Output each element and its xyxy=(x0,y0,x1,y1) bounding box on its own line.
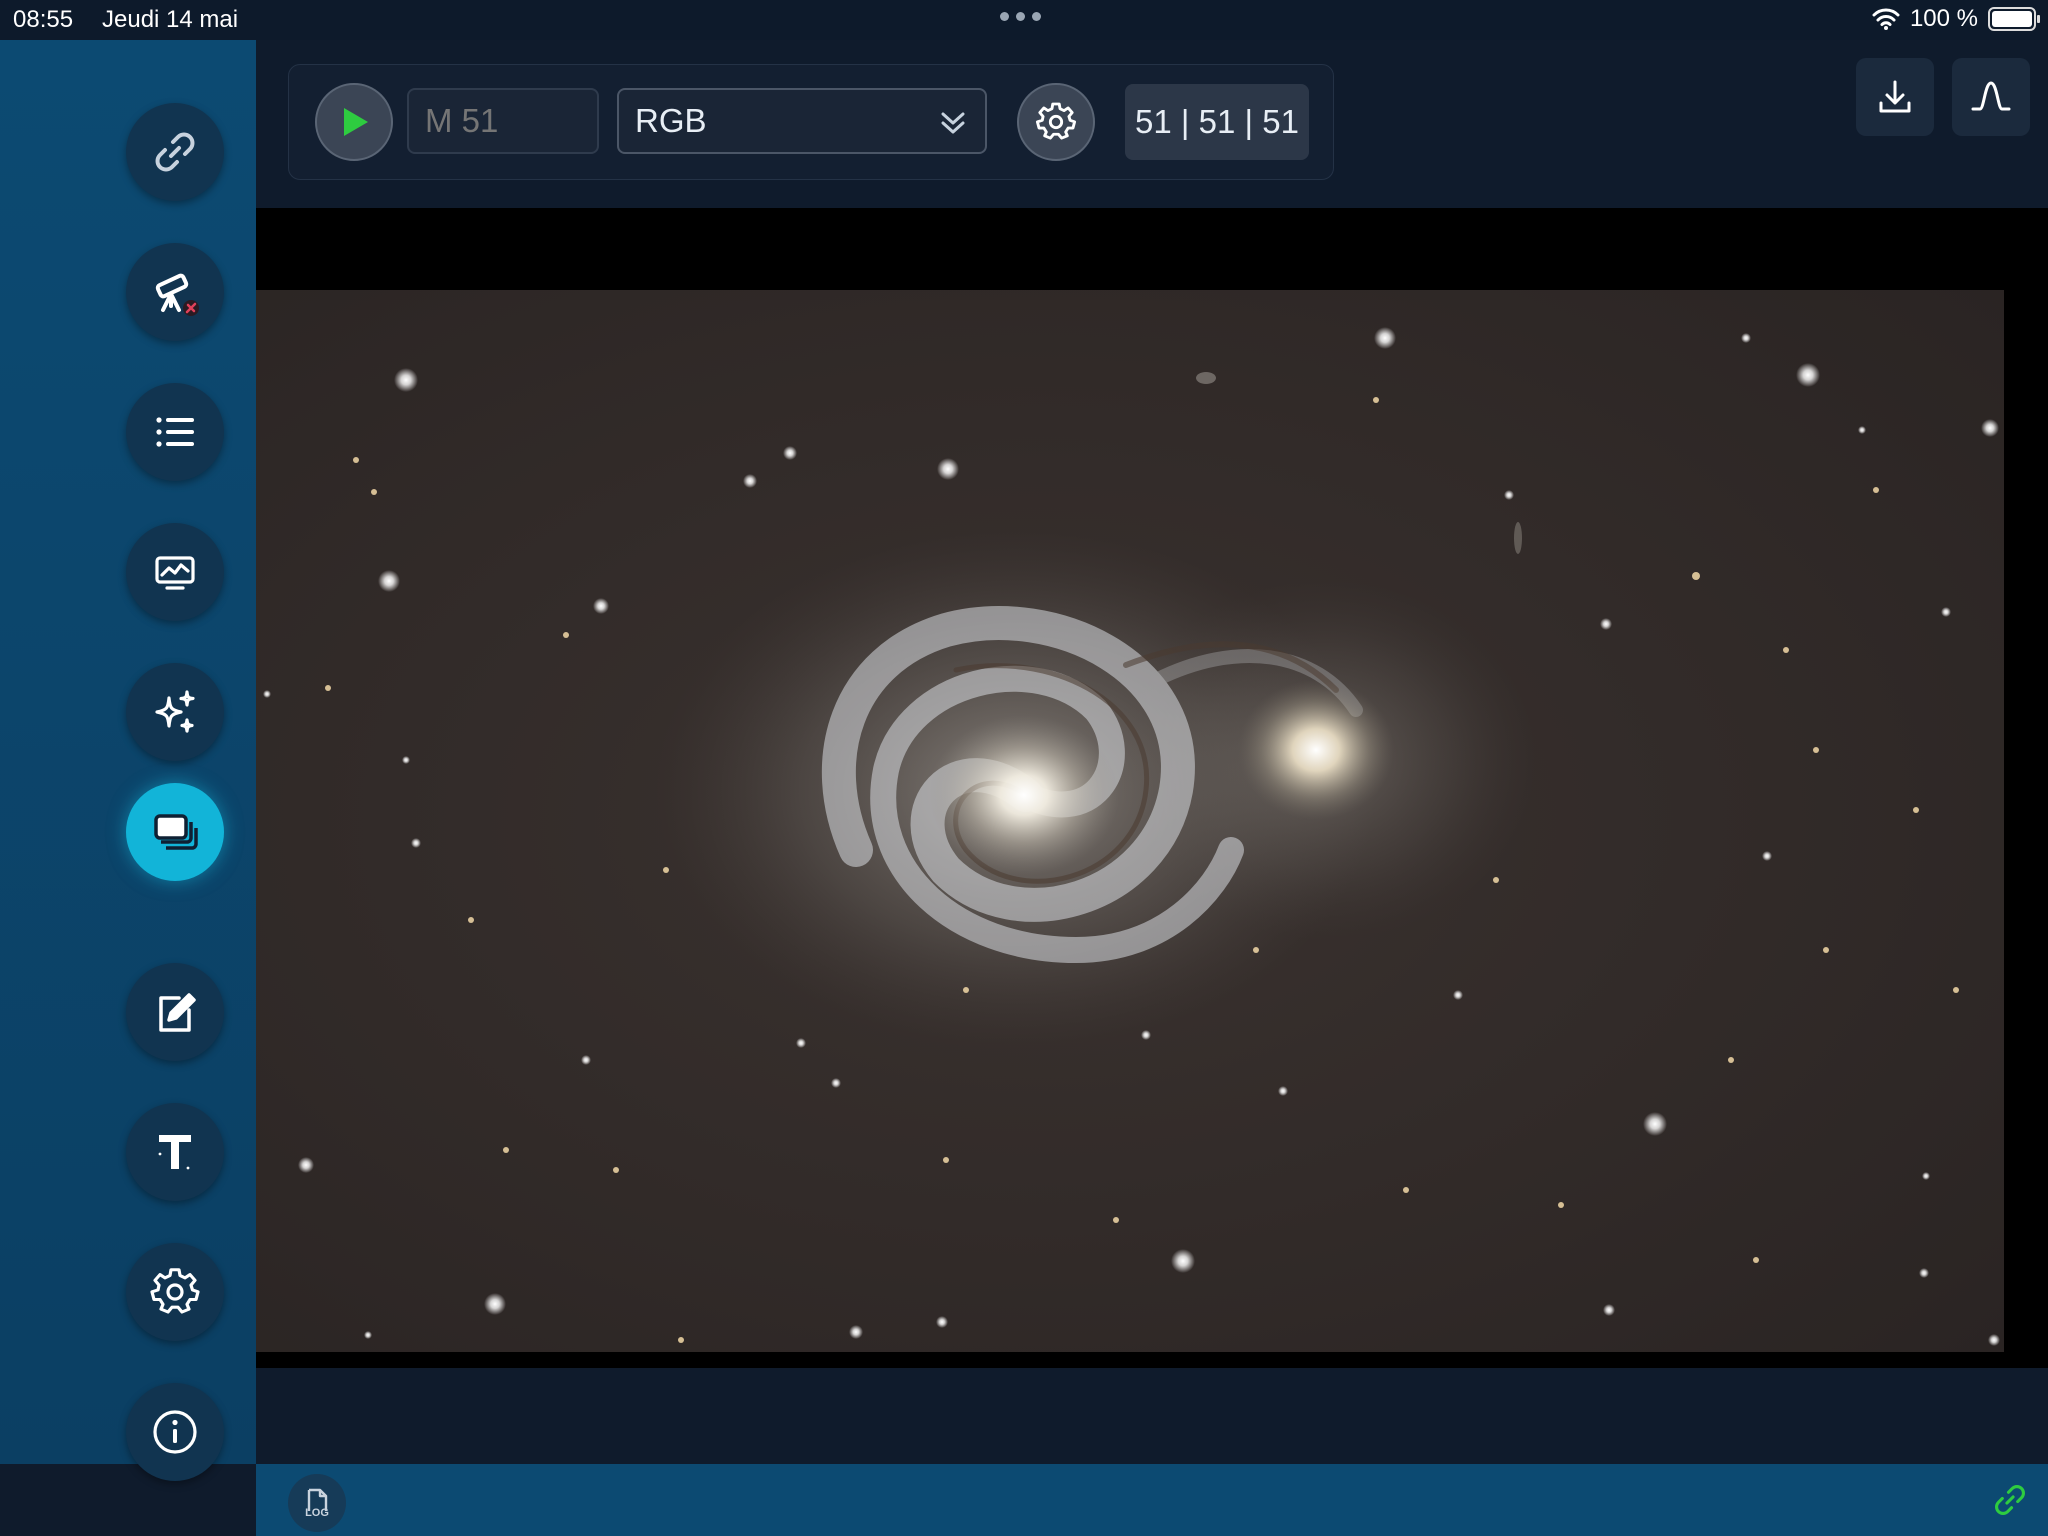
link-icon xyxy=(155,132,195,172)
sidebar-item-telescope[interactable] xyxy=(126,243,224,341)
play-icon xyxy=(344,108,368,136)
sidebar-item-stack[interactable] xyxy=(126,783,224,881)
stats-readout: 51 | 51 | 51 xyxy=(1125,84,1309,160)
sidebar-item-text[interactable] xyxy=(126,1103,224,1201)
histogram-button[interactable] xyxy=(1952,58,2030,136)
bottom-bar: LOG xyxy=(256,1464,2048,1536)
download-button[interactable] xyxy=(1856,58,1934,136)
sidebar-item-list[interactable] xyxy=(126,383,224,481)
sidebar-item-edit[interactable] xyxy=(126,963,224,1061)
status-bar: 08:55 Jeudi 14 mai 100 % xyxy=(0,0,2048,40)
text-icon xyxy=(158,1135,191,1170)
status-time: 08:55 xyxy=(13,6,74,33)
capture-settings-button[interactable] xyxy=(1017,83,1095,161)
sidebar xyxy=(0,40,256,1481)
capture-toolbar: RGB 51 | 51 | 51 xyxy=(288,64,1334,180)
filter-select-value: RGB xyxy=(635,102,707,139)
monitor-chart-icon xyxy=(155,556,195,590)
sidebar-item-monitor[interactable] xyxy=(126,523,224,621)
stats-value: 51 | 51 | 51 xyxy=(1135,103,1299,140)
connection-status-icon xyxy=(1995,1485,2025,1515)
download-icon xyxy=(1879,80,1911,113)
log-button[interactable]: LOG xyxy=(288,1474,346,1532)
stack-icon xyxy=(154,814,198,850)
target-input[interactable] xyxy=(407,88,599,154)
histogram-curve-icon xyxy=(1971,81,2011,111)
galaxy-image xyxy=(256,290,2004,1352)
gear-icon xyxy=(1035,102,1077,140)
wifi-icon xyxy=(1872,8,1900,30)
sidebar-item-enhance[interactable] xyxy=(126,663,224,761)
edit-icon xyxy=(159,993,196,1032)
battery-percent: 100 % xyxy=(1909,5,1978,32)
gear-icon xyxy=(150,1268,200,1314)
list-icon xyxy=(156,417,194,447)
filter-select[interactable]: RGB xyxy=(617,88,987,154)
sidebar-item-info[interactable] xyxy=(126,1383,224,1481)
image-viewer[interactable] xyxy=(256,208,2048,1368)
log-label: LOG xyxy=(305,1507,329,1519)
sidebar-item-settings[interactable] xyxy=(126,1243,224,1341)
info-icon xyxy=(153,1410,197,1454)
play-button[interactable] xyxy=(315,83,393,161)
sidebar-item-connection[interactable] xyxy=(126,103,224,201)
chevron-down-icon xyxy=(941,112,965,134)
battery-icon xyxy=(1988,7,2040,31)
sparkles-icon xyxy=(155,690,195,733)
telescope-icon xyxy=(155,273,199,316)
multitasking-dots[interactable] xyxy=(1000,12,1041,21)
status-date: Jeudi 14 mai xyxy=(102,6,239,33)
